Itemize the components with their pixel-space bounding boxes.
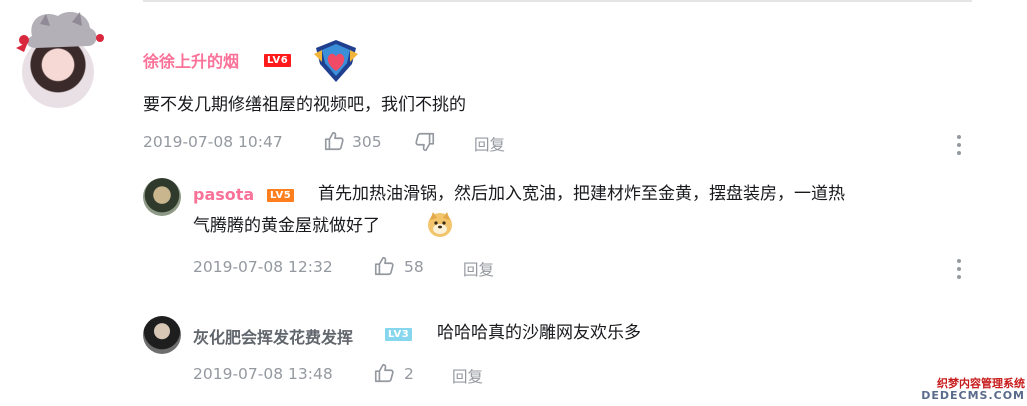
reply-text-continued: 气腾腾的黄金屋就做好了	[193, 211, 380, 241]
avatar[interactable]	[143, 178, 181, 216]
doge-emoji-icon	[428, 212, 452, 237]
reply-text-line: 气腾腾的黄金屋就做好了	[193, 216, 380, 236]
like-icon[interactable]	[373, 255, 395, 277]
reply-text: 首先加热油滑锅，然后加入宽油，把建材炸至金黄，摆盘装房，一道热	[318, 184, 845, 204]
level-badge: LV6	[264, 54, 292, 67]
more-options-icon[interactable]	[956, 258, 962, 280]
dislike-icon[interactable]	[414, 131, 436, 153]
reply-button[interactable]: 回复	[474, 133, 505, 155]
avatar-pendant-icon	[16, 12, 104, 52]
like-count: 305	[352, 133, 382, 151]
comment-time: 2019-07-08 10:47	[143, 133, 283, 151]
reply-time: 2019-07-08 13:48	[193, 365, 333, 383]
watermark-line: DEDECMS.COM	[921, 389, 1025, 402]
reply-button[interactable]: 回复	[452, 365, 483, 387]
username[interactable]: 灰化肥会挥发花费发挥	[193, 324, 353, 348]
watermark: 织梦内容管理系统 DEDECMS.COM	[921, 378, 1025, 402]
reply-time: 2019-07-08 12:32	[193, 258, 333, 276]
level-badge: LV5	[267, 189, 295, 202]
level-badge: LV3	[385, 328, 413, 341]
like-icon[interactable]	[323, 130, 345, 152]
like-icon[interactable]	[373, 362, 395, 384]
username[interactable]: pasota	[193, 185, 254, 204]
more-options-icon[interactable]	[956, 134, 962, 156]
top-divider	[143, 0, 972, 2]
avatar[interactable]	[143, 316, 181, 354]
username[interactable]: 徐徐上升的烟	[143, 48, 239, 72]
fan-medal-icon	[314, 40, 358, 82]
reply-text: 哈哈哈真的沙雕网友欢乐多	[437, 323, 641, 343]
like-count: 2	[404, 365, 414, 383]
reply-button[interactable]: 回复	[463, 258, 494, 280]
comment-text: 要不发几期修缮祖屋的视频吧，我们不挑的	[143, 95, 466, 115]
like-count: 58	[404, 258, 424, 276]
